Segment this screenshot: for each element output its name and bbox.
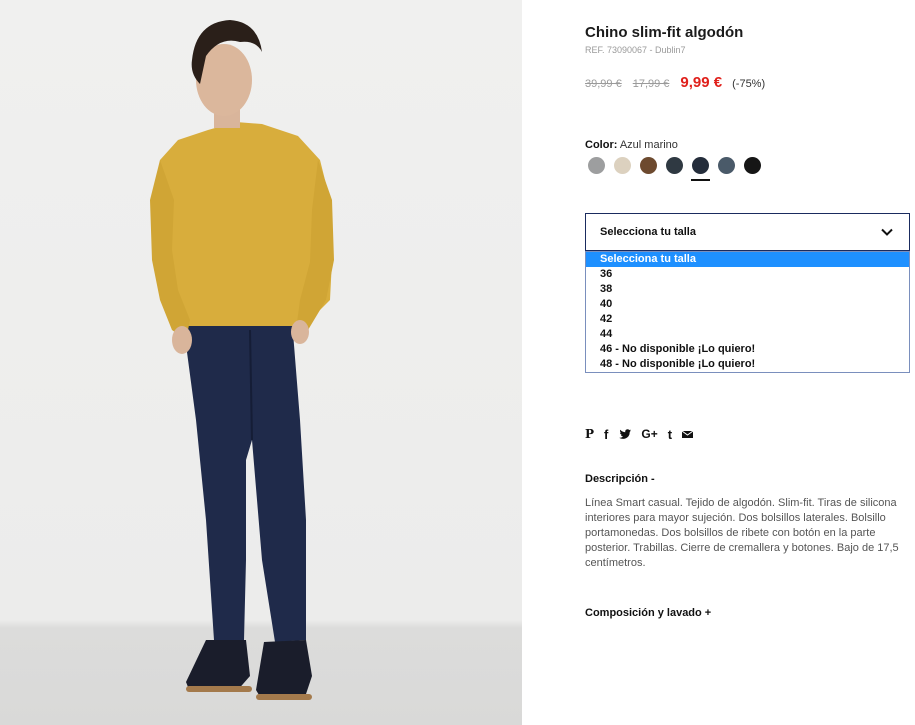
color-swatches [588,157,770,181]
tumblr-icon[interactable]: t [668,426,672,442]
price-row: 39,99 € 17,99 € 9,99 € (-75%) [585,74,765,91]
size-option[interactable]: Selecciona tu talla [586,252,909,267]
color-swatch[interactable] [640,157,657,174]
twitter-icon[interactable] [618,426,632,442]
facebook-icon[interactable]: f [604,426,608,442]
description-heading[interactable]: Descripción - [585,473,655,485]
composition-heading[interactable]: Composición y lavado + [585,607,711,619]
size-option[interactable]: 42 [586,312,909,327]
size-options-list: Selecciona tu talla 36 38 40 42 44 46 - No dis… [585,251,910,373]
original-price: 39,99 € [585,78,622,90]
product-reference: REF. 73090067 - Dublin7 [585,45,686,55]
color-label-row: Color: Azul marino [585,139,678,151]
mail-icon[interactable] [682,426,694,442]
chevron-down-icon [881,228,893,236]
discount-badge: (-75%) [732,78,766,90]
google-plus-icon[interactable]: G+ [641,426,657,442]
size-option[interactable]: 38 [586,282,909,297]
color-swatch[interactable] [614,157,631,174]
size-select-value: Selecciona tu talla [600,226,696,238]
size-option[interactable]: 44 [586,327,909,342]
color-swatch[interactable] [666,157,683,174]
color-swatch[interactable] [744,157,761,174]
pinterest-icon[interactable]: P [585,426,594,442]
description-text: Línea Smart casual. Tejido de algodón. S… [585,497,899,569]
share-bar: P f G+ t [585,426,703,442]
sale-price: 9,99 € [680,74,723,91]
product-info: Chino slim-fit algodón REF. 73090067 - D… [585,0,915,725]
color-swatch[interactable] [718,157,735,174]
size-option[interactable]: 36 [586,267,909,282]
product-title: Chino slim-fit algodón [585,24,744,41]
color-swatch[interactable] [691,157,710,181]
color-label: Color: [585,139,618,151]
product-photo[interactable] [0,0,522,725]
color-value: Azul marino [619,139,678,151]
size-select[interactable]: Selecciona tu talla [585,213,910,251]
size-option[interactable]: 40 [586,297,909,312]
size-option[interactable]: 46 - No disponible ¡Lo quiero! [586,342,909,357]
color-swatch[interactable] [588,157,605,174]
size-option[interactable]: 48 - No disponible ¡Lo quiero! [586,357,909,372]
previous-price: 17,99 € [632,78,670,90]
model-illustration [150,20,334,700]
